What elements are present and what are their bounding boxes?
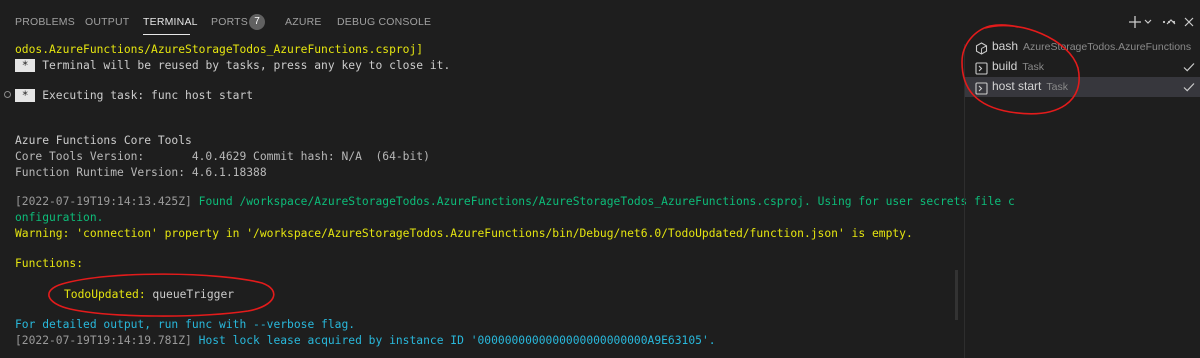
terminal-line: * Terminal will be reused by tasks, pres… [15,58,450,74]
terminal-item-name: host start [992,79,1042,93]
function-name: TodoUpdated: [64,288,146,301]
terminal-bash-icon [975,40,988,55]
terminal-text: Executing task: func host start [35,89,254,102]
terminal-line: [2022-07-19T19:14:13.425Z] Found /worksp… [15,194,1015,210]
ports-count-badge: 7 [249,14,265,30]
terminal-list-item-host-start[interactable]: host start Task [965,77,1200,97]
tab-azure[interactable]: AZURE [285,16,322,30]
terminal-output[interactable]: odos.AzureFunctions/AzureStorageTodos_Az… [0,43,1015,358]
check-icon [1182,79,1196,93]
terminal-line: Warning: 'connection' property in '/work… [15,227,913,240]
tab-terminal[interactable]: TERMINAL [143,16,198,30]
terminal-item-desc: Task [1022,61,1044,73]
terminal-item-label: host start Task [992,79,1068,93]
tab-debug-console[interactable]: DEBUG CONSOLE [337,16,431,30]
terminal-item-name: bash [992,39,1019,53]
tab-output[interactable]: OUTPUT [85,16,129,30]
close-icon[interactable] [1180,12,1198,32]
terminal-list: bash AzureStorageTodos.AzureFunctions bui… [965,36,1200,358]
function-entry: TodoUpdated: queueTrigger [64,287,234,303]
terminal-item-label: bash AzureStorageTodos.AzureFunctions [992,39,1191,53]
terminal-list-item-build[interactable]: build Task [965,57,1200,77]
function-trigger: queueTrigger [145,288,235,301]
terminal-line: * Executing task: func host start [15,88,253,104]
tab-problems[interactable]: PROBLEMS [15,16,75,30]
terminal-line: Function Runtime Version: 4.6.1.18388 [15,166,267,179]
active-tab-indicator [143,34,190,35]
terminal-item-desc: AzureStorageTodos.AzureFunctions [1023,41,1192,53]
terminal-list-item-bash[interactable]: bash AzureStorageTodos.AzureFunctions [965,37,1200,57]
chevron-down-icon[interactable] [1142,12,1154,32]
timestamp: [2022-07-19T19:14:13.425Z] [15,195,192,208]
terminal-line: [2022-07-19T19:14:19.781Z] Host lock lea… [15,333,716,349]
terminal-line: Functions: [15,257,84,270]
task-marker: * [15,89,36,102]
terminal-line: odos.AzureFunctions/AzureStorageTodos_Az… [15,43,424,56]
command-decoration-icon[interactable] [4,91,11,98]
check-icon [1182,59,1196,73]
terminal-line: onfiguration. [15,211,104,224]
task-marker: * [15,59,36,72]
terminal-text: Terminal will be reused by tasks, press … [35,59,451,72]
terminal-item-label: build Task [992,59,1044,73]
terminal-line: For detailed output, run func with --ver… [15,318,356,331]
terminal-item-desc: Task [1046,81,1068,93]
terminal-scrollbar[interactable] [955,270,958,320]
terminal-item-name: build [992,59,1018,73]
terminal-line: Core Tools Version: 4.0.4629 Commit hash… [15,150,430,163]
chevron-up-icon[interactable] [1162,12,1180,32]
terminal-line: Azure Functions Core Tools [15,134,192,147]
terminal-task-icon [975,60,988,75]
terminal-task-icon [975,80,988,95]
timestamp: [2022-07-19T19:14:19.781Z] [15,334,192,347]
tab-ports[interactable]: PORTS [211,16,248,30]
terminal-text: Host lock lease acquired by instance ID … [191,334,716,347]
terminal-text: Found /workspace/AzureStorageTodos.Azure… [191,195,1015,208]
